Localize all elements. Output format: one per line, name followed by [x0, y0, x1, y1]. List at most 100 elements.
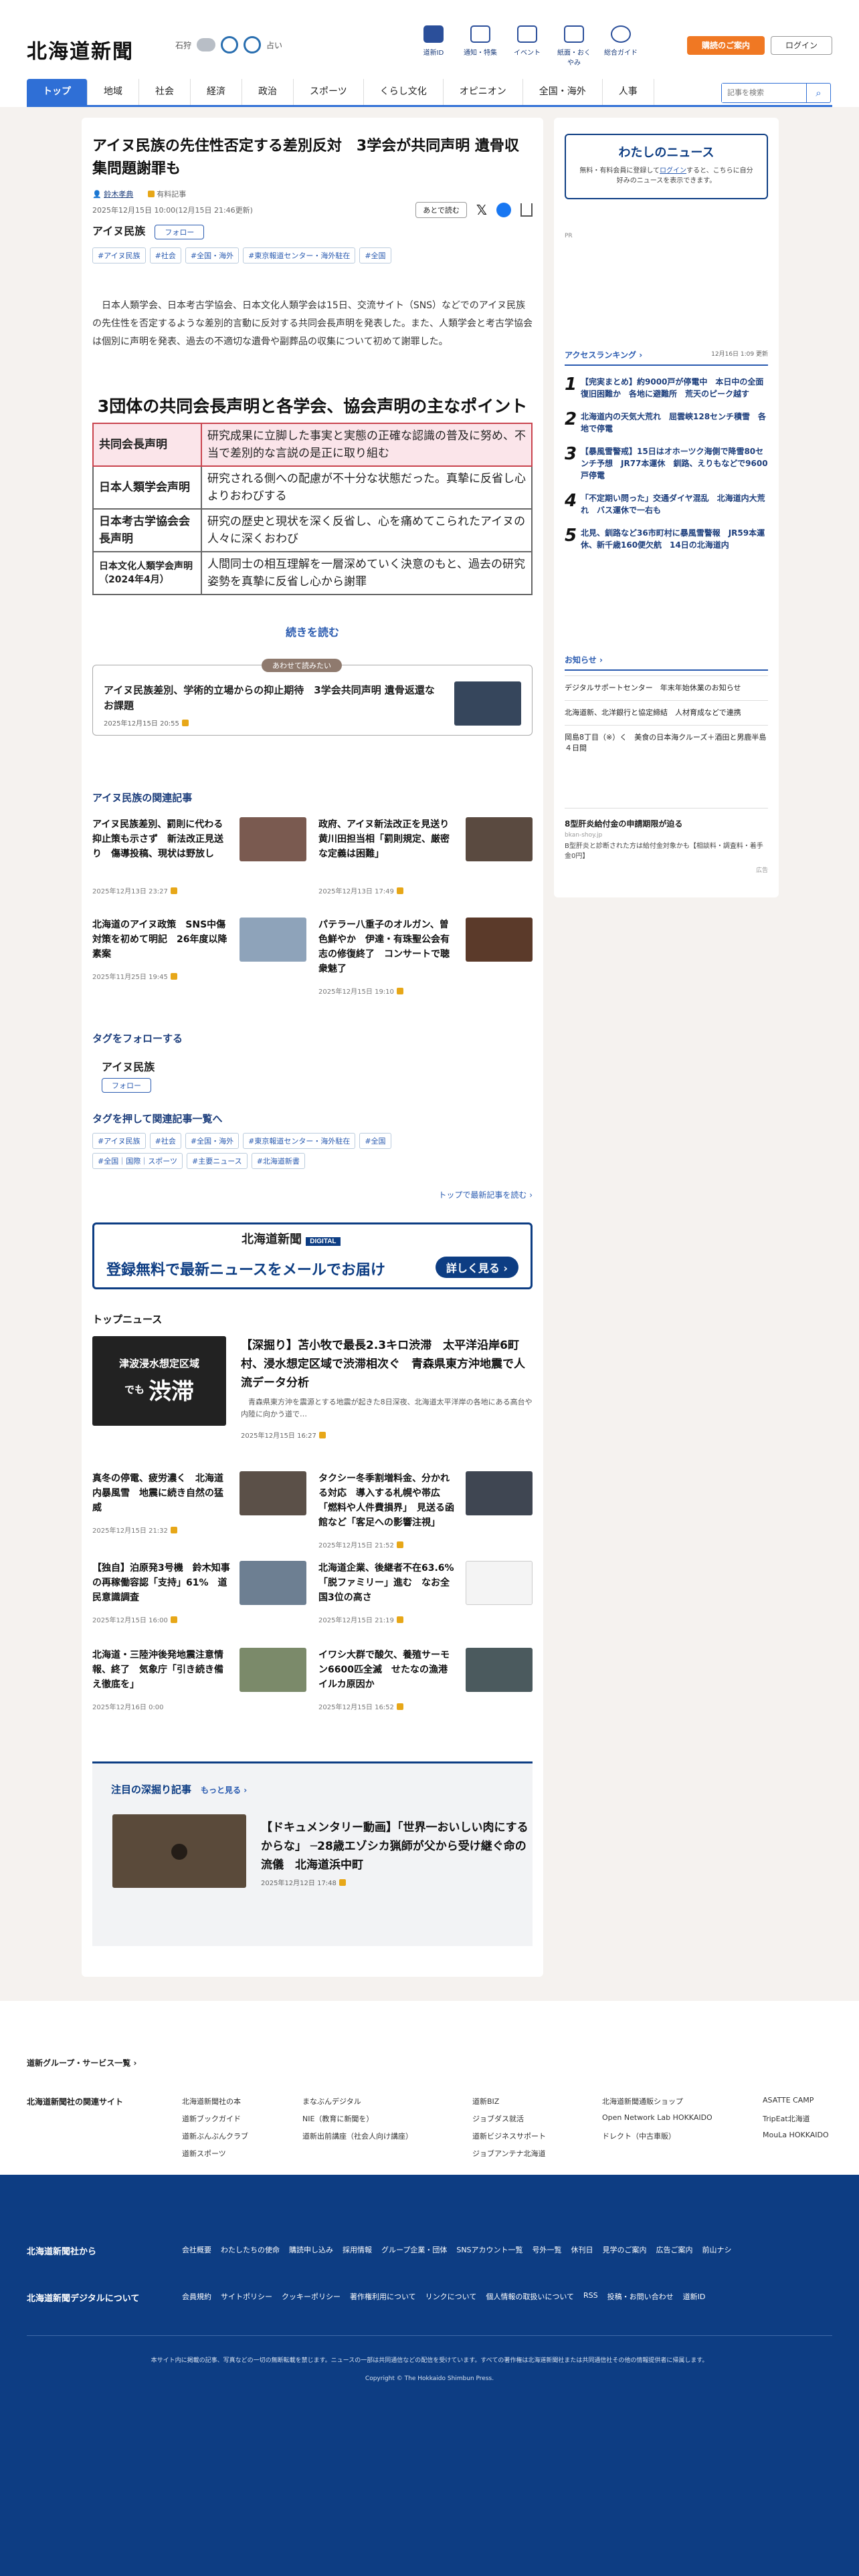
- gnav-culture[interactable]: くらし文化: [364, 79, 444, 105]
- ranking-item[interactable]: 3 【暴風雪警戒】15日はオホーツク海側で降雪80センチ予想 JR77本運休 釧路…: [565, 445, 768, 481]
- gnav-politics[interactable]: 政治: [242, 79, 294, 105]
- group-services-link[interactable]: 道新グループ・サービス一覧: [27, 2058, 130, 2068]
- related-site-link[interactable]: TripEat北海道: [763, 2113, 836, 2124]
- related-site-link[interactable]: NIE（教育に新聞を）: [302, 2113, 472, 2124]
- tag-link[interactable]: #主要ニュース: [187, 1153, 248, 1169]
- related-site-link[interactable]: Open Network Lab HOKKAIDO: [602, 2113, 763, 2124]
- search-icon[interactable]: ⌕: [806, 84, 830, 102]
- related-site-link[interactable]: 道新ビジネスサポート: [472, 2131, 602, 2141]
- sidebar-ad[interactable]: 8型肝炎給付金の申請期限が迫る bkan-shoy.jp B型肝炎と診断された方…: [565, 808, 768, 874]
- tag-link[interactable]: #北海道新書: [251, 1153, 305, 1169]
- footer-link[interactable]: サイトポリシー: [221, 2291, 272, 2302]
- footer-link[interactable]: 会社概要: [182, 2244, 211, 2255]
- ranking-item[interactable]: 4 「不定期い問った」交通ダイヤ混乱 北海道内大荒れ バス運休で一右も: [565, 492, 768, 516]
- read-later-button[interactable]: あとで読む: [415, 202, 467, 218]
- facebook-icon[interactable]: [496, 203, 511, 217]
- nav-guide[interactable]: 総合ガイド: [602, 25, 640, 67]
- read-more-link[interactable]: 続きを読む: [92, 623, 533, 639]
- tag-link[interactable]: #アイヌ民族: [92, 247, 146, 263]
- footer-link[interactable]: リンクについて: [425, 2291, 477, 2302]
- share-icon[interactable]: [520, 203, 533, 217]
- ranking-item[interactable]: 1 【完実まとめ】約9000戸が停電中 本日中の全面復旧困難か 各地に避難所 荒天…: [565, 376, 768, 400]
- tag-link[interactable]: #全国｜国際｜スポーツ: [92, 1153, 183, 1169]
- follow-tag-button[interactable]: フォロー: [102, 1078, 151, 1093]
- related-site-link[interactable]: 北海道新聞社の本: [182, 2096, 302, 2107]
- related-site-link[interactable]: まなぶんデジタル: [302, 2096, 472, 2107]
- top-news-item[interactable]: タクシー冬季割増料金、分かれる対応 導入する札幌や帯広「燃料や人件費損界」 見送…: [318, 1471, 533, 1549]
- related-site-link[interactable]: ASATTE CAMP: [763, 2096, 836, 2107]
- subscribe-button[interactable]: 購読のご案内: [687, 36, 765, 55]
- ranking-item[interactable]: 2 北海道内の天気大荒れ 屈雲峡128センチ積雪 各地で停電: [565, 411, 768, 435]
- search-input[interactable]: [722, 84, 805, 102]
- my-news-box[interactable]: わたしのニュース 無料・有料会員に登録してログインすると、こちらに自分好みのニュ…: [565, 134, 768, 199]
- related-site-link[interactable]: 道新出前講座（社会人向け講座）: [302, 2131, 472, 2141]
- gnav-region[interactable]: 地域: [88, 79, 139, 105]
- gnav-world[interactable]: 全国・海外: [523, 79, 603, 105]
- top-news-item[interactable]: イワシ大群で酸欠、養殖サーモン6600匹全滅 せたなの漁港 イルカ原因か 2025…: [318, 1648, 533, 1725]
- related-article[interactable]: パテラー八重子のオルガン、曽色鮮やか 伊達・有珠聖公会有志の修復終了 コンサート…: [318, 918, 533, 996]
- footer-link[interactable]: 号外一覧: [533, 2244, 562, 2255]
- weather-widget[interactable]: 石狩 占い: [175, 36, 282, 53]
- nav-paper[interactable]: 紙面・おくやみ: [555, 25, 593, 67]
- related-article[interactable]: 政府、アイヌ新法改正を見送り 黄川田担当相「罰則規定、厳密な定義は困難」 2025…: [318, 817, 533, 895]
- related-site-link[interactable]: 北海道新聞通販ショップ: [602, 2096, 763, 2107]
- banner-button[interactable]: 詳しく見る ›: [435, 1257, 518, 1278]
- related-site-link[interactable]: ジョブダス就活: [472, 2113, 602, 2124]
- tag-link[interactable]: #アイヌ民族: [92, 1133, 146, 1149]
- related-site-link[interactable]: MouLa HOKKAIDO: [763, 2131, 836, 2141]
- related-site-link[interactable]: 道新BIZ: [472, 2096, 602, 2107]
- top-news-item[interactable]: 北海道・三陸沖後発地震注意情報、終了 気象庁「引き続き備え徹底を」 2025年12…: [92, 1648, 306, 1725]
- footer-link[interactable]: 投稿・お問い合わせ: [607, 2291, 674, 2302]
- notice-item[interactable]: 岡島8丁目（※）く 美食の日本海クルーズ＋酒田と男鹿半島４日間: [565, 725, 768, 760]
- tag-link[interactable]: #全国・海外: [185, 247, 240, 263]
- top-news-item[interactable]: 【独自】泊原発3号機 鈴木知事の再稼働容認「支持」61% 道民意識調査 2025年…: [92, 1561, 306, 1638]
- tag-link[interactable]: #全国: [359, 1133, 391, 1149]
- to-top-link[interactable]: トップで最新記事を読む: [438, 1190, 527, 1200]
- related-site-link[interactable]: 道新ぶんぶんクラブ: [182, 2131, 302, 2141]
- nav-doshin-id[interactable]: 道新ID: [415, 25, 452, 67]
- x-icon[interactable]: 𝕏: [476, 202, 487, 218]
- top-news-item[interactable]: 北海道企業、後継者不在63.6%「脱ファミリー」進む なお全国3位の高さ 2025…: [318, 1561, 533, 1638]
- footer-link[interactable]: 道新ID: [683, 2291, 706, 2302]
- tag-link[interactable]: #社会: [149, 1133, 181, 1149]
- tag-link[interactable]: #東京報道センター・海外駐在: [243, 1133, 356, 1149]
- footer-link[interactable]: 会員規約: [182, 2291, 211, 2302]
- nav-events[interactable]: イベント: [508, 25, 546, 67]
- tag-link[interactable]: #全国: [359, 247, 391, 263]
- gnav-society[interactable]: 社会: [139, 79, 191, 105]
- footer-link[interactable]: 広告ご案内: [656, 2244, 693, 2255]
- my-news-login-link[interactable]: ログイン: [660, 167, 686, 175]
- footer-link[interactable]: RSS: [583, 2291, 598, 2302]
- newsletter-banner[interactable]: 北海道新聞 DIGITAL 登録無料で最新ニュースをメールでお届け 詳しく見る …: [92, 1222, 533, 1289]
- footer-link[interactable]: 個人情報の取扱いについて: [486, 2291, 574, 2302]
- gnav-opinion[interactable]: オピニオン: [444, 79, 523, 105]
- related-site-link[interactable]: 道新ブックガイド: [182, 2113, 302, 2124]
- gnav-sports[interactable]: スポーツ: [294, 79, 364, 105]
- tag-link[interactable]: #全国・海外: [185, 1133, 240, 1149]
- related-article[interactable]: アイヌ民族差別、罰則に代わる抑止策も示さず 新法改正見送り 傷導投稿、現状は野放…: [92, 817, 306, 895]
- tag-link[interactable]: #東京報道センター・海外駐在: [243, 247, 356, 263]
- footer-link[interactable]: わたしたちの使命: [221, 2244, 280, 2255]
- footer-link[interactable]: クッキーポリシー: [282, 2291, 341, 2302]
- footer-link[interactable]: 前山ナシ: [702, 2244, 732, 2255]
- notice-item[interactable]: 北海道新、北洋銀行と協定締結 人材育成などで連携: [565, 700, 768, 725]
- deep-dive-article-title[interactable]: 【ドキュメンタリー動画】「世界一おいしい肉にするからな」 ─28歳エゾシカ猟師が…: [261, 1818, 529, 1874]
- login-button[interactable]: ログイン: [771, 36, 832, 55]
- footer-link[interactable]: 見学のご案内: [603, 2244, 647, 2255]
- gnav-economy[interactable]: 経済: [191, 79, 242, 105]
- related-site-link[interactable]: 道新スポーツ: [182, 2148, 302, 2159]
- topic-follow-button[interactable]: フォロー: [155, 225, 205, 239]
- footer-link[interactable]: グループ企業・団体: [381, 2244, 447, 2255]
- top-news-item[interactable]: 真冬の停電、疲労濃く 北海道内暴風雪 地震に続き自然の猛威 2025年12月15日…: [92, 1471, 306, 1549]
- site-logo[interactable]: 北海道新聞: [27, 35, 134, 64]
- related-article[interactable]: 北海道のアイヌ政策 SNS中傷対策を初めて明記 26年度以降素案 2025年11月…: [92, 918, 306, 995]
- gnav-personnel[interactable]: 人事: [603, 79, 654, 105]
- related-site-link[interactable]: ドレクト（中古車販）: [602, 2131, 763, 2141]
- nav-notifications[interactable]: 通知・特集: [462, 25, 499, 67]
- footer-link[interactable]: 休刊日: [571, 2244, 593, 2255]
- footer-link[interactable]: 著作権利用について: [350, 2291, 416, 2302]
- top-news-main[interactable]: 津波浸水想定区域 でも 渋滞 【深掘り】苫小牧で最長2.3キロ渋滞 太平洋沿岸6町村…: [92, 1336, 533, 1463]
- author-link[interactable]: 鈴木孝典: [104, 190, 133, 199]
- gnav-top[interactable]: トップ: [27, 79, 88, 105]
- footer-link[interactable]: SNSアカウント一覧: [456, 2244, 522, 2255]
